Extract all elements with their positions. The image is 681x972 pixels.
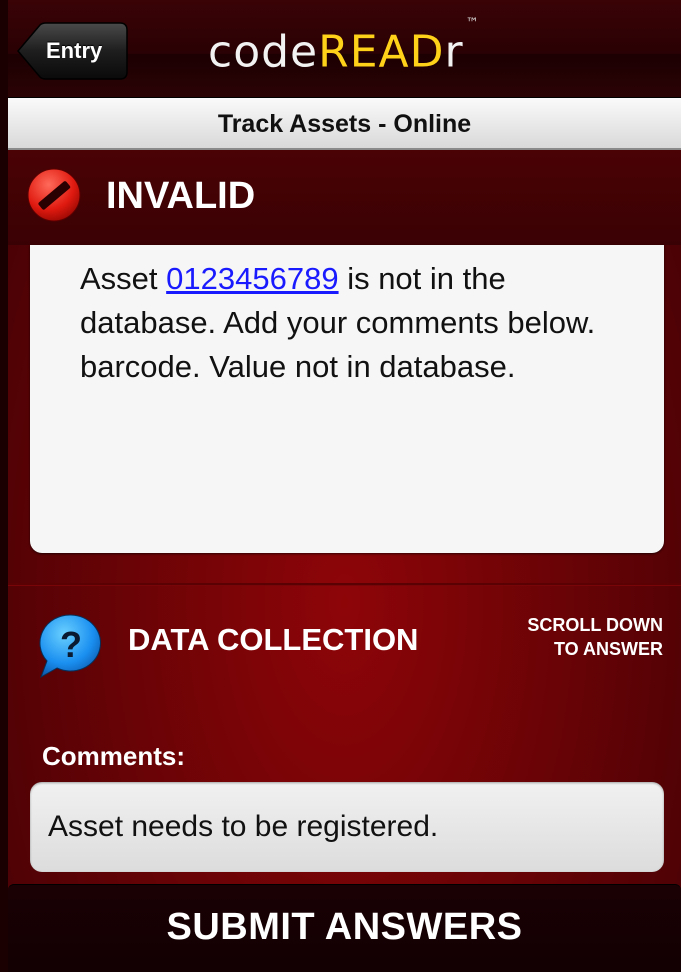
logo-trademark: ™: [465, 16, 480, 31]
asset-link[interactable]: 0123456789: [166, 261, 338, 296]
logo-part-read: READ: [318, 26, 445, 78]
message-prefix: Asset: [80, 261, 167, 296]
logo-part-code: code: [208, 26, 319, 78]
section-divider: [8, 583, 681, 586]
message-text: Asset 0123456789 is not in the database.…: [80, 257, 620, 389]
comments-input[interactable]: Asset needs to be registered.: [30, 782, 664, 872]
page-title-bar: Track Assets - Online: [8, 98, 681, 150]
submit-answers-button[interactable]: SUBMIT ANSWERS: [8, 884, 681, 972]
status-header: INVALID: [8, 150, 681, 245]
question-bubble-icon: ?: [39, 614, 101, 679]
status-label: INVALID: [106, 175, 256, 217]
nav-bar: Entry codeREADr™: [8, 0, 681, 98]
scroll-hint-line2: TO ANSWER: [553, 639, 663, 659]
page-title: Track Assets - Online: [217, 110, 472, 138]
data-collection-title: DATA COLLECTION: [128, 622, 419, 657]
comments-value: Asset needs to be registered.: [48, 810, 439, 843]
entry-back-button[interactable]: Entry: [16, 22, 128, 80]
app-logo: codeREADr™: [208, 16, 480, 78]
svg-text:?: ?: [60, 624, 82, 665]
logo-part-r: r: [444, 26, 464, 78]
comments-label: Comments:: [42, 741, 186, 771]
scroll-hint: SCROLL DOWN TO ANSWER: [463, 613, 663, 661]
app-screen: Entry codeREADr™ Track Assets - Online I…: [8, 0, 681, 972]
message-panel: Asset 0123456789 is not in the database.…: [30, 245, 664, 553]
entry-back-label: Entry: [46, 38, 103, 63]
scroll-hint-line1: SCROLL DOWN: [527, 615, 663, 635]
submit-answers-label: SUBMIT ANSWERS: [166, 906, 523, 948]
no-entry-icon: [27, 168, 81, 222]
